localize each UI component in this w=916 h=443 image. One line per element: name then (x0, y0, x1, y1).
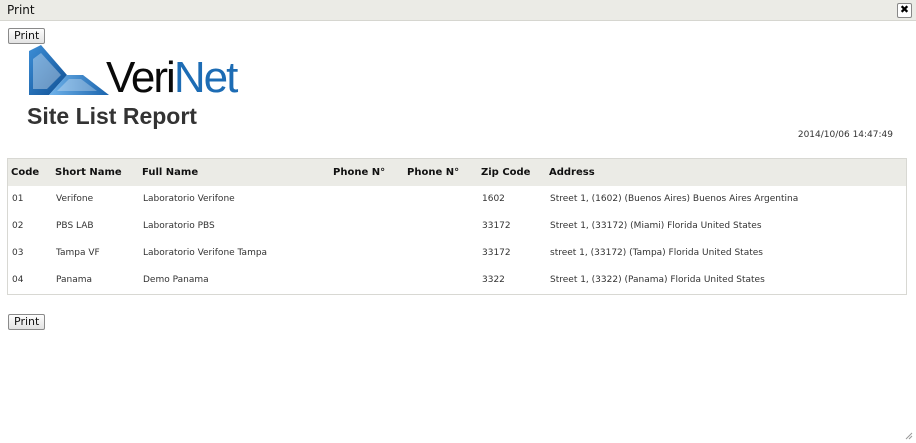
cell-full-name: Demo Panama (143, 275, 209, 285)
table-row: 02 PBS LAB Laboratorio PBS 33172 Street … (8, 213, 906, 240)
header-full-name: Full Name (142, 167, 199, 178)
verinet-logo-icon (29, 45, 109, 95)
report-timestamp: 2014/10/06 14:47:49 (797, 130, 893, 140)
header-phone-2: Phone N° (407, 167, 460, 178)
cell-code: 01 (12, 194, 24, 204)
cell-zip-code: 1602 (482, 194, 505, 204)
window-titlebar: Print ✖ (0, 0, 916, 21)
close-button[interactable]: ✖ (897, 3, 912, 18)
cell-full-name: Laboratorio Verifone Tampa (143, 248, 268, 258)
header-address: Address (549, 167, 595, 178)
page-title: Site List Report (27, 103, 197, 129)
verinet-logo-text: VeriNet (106, 53, 239, 102)
cell-full-name: Laboratorio PBS (143, 221, 215, 231)
logo-text-net: Net (173, 53, 239, 102)
table-row: 04 Panama Demo Panama 3322 Street 1, (33… (8, 267, 906, 294)
table-row: 01 Verifone Laboratorio Verifone 1602 St… (8, 186, 906, 213)
cell-address: Street 1, (3322) (Panama) Florida United… (550, 275, 765, 285)
site-list-table: Code Short Name Full Name Phone N° Phone… (7, 158, 907, 295)
cell-code: 04 (12, 275, 24, 285)
cell-address: Street 1, (1602) (Buenos Aires) Buenos A… (550, 194, 799, 204)
cell-short-name: PBS LAB (56, 221, 94, 231)
table-header-row: Code Short Name Full Name Phone N° Phone… (8, 159, 906, 186)
resize-grip-icon[interactable] (905, 432, 913, 440)
header-short-name: Short Name (55, 167, 122, 178)
cell-short-name: Panama (56, 275, 93, 285)
cell-code: 03 (12, 248, 24, 258)
header-code: Code (11, 167, 40, 178)
cell-code: 02 (12, 221, 24, 231)
cell-full-name: Laboratorio Verifone (143, 194, 235, 204)
cell-short-name: Tampa VF (56, 248, 100, 258)
cell-zip-code: 3322 (482, 275, 505, 285)
header-phone-1: Phone N° (333, 167, 386, 178)
header-zip-code: Zip Code (481, 167, 531, 178)
print-button-top[interactable]: Print (8, 28, 46, 44)
table-row: 03 Tampa VF Laboratorio Verifone Tampa 3… (8, 240, 906, 267)
cell-address: street 1, (33172) (Tampa) Florida United… (550, 248, 763, 258)
cell-zip-code: 33172 (482, 248, 511, 258)
window-title: Print (7, 3, 35, 17)
close-icon: ✖ (899, 3, 910, 16)
logo-text-veri: Veri (106, 53, 176, 102)
cell-address: Street 1, (33172) (Miami) Florida United… (550, 221, 762, 231)
print-button-bottom[interactable]: Print (8, 314, 46, 330)
cell-short-name: Verifone (56, 194, 94, 204)
cell-zip-code: 33172 (482, 221, 511, 231)
